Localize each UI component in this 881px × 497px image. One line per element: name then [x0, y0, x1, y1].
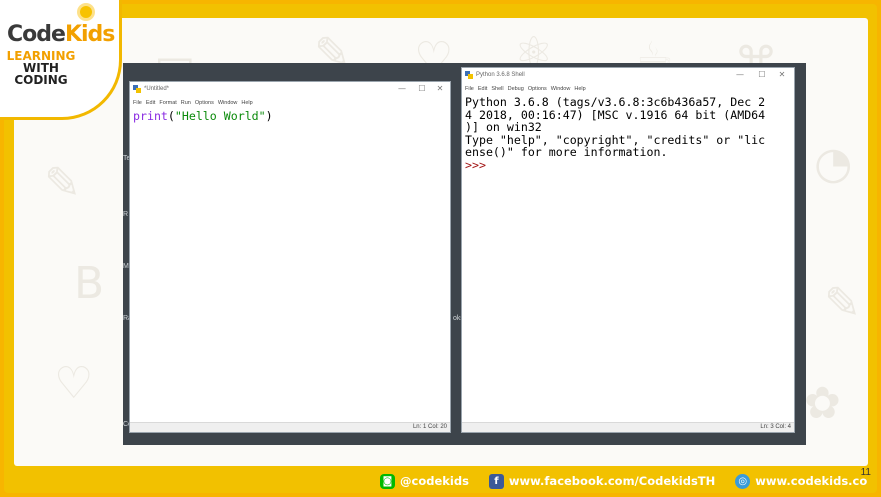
- menu-options[interactable]: Options: [195, 98, 214, 108]
- menu-window[interactable]: Window: [218, 98, 238, 108]
- code-paren-open: (: [167, 109, 175, 123]
- menu-run[interactable]: Run: [181, 98, 191, 108]
- close-button[interactable]: ✕: [776, 70, 788, 80]
- facebook-url: www.facebook.com/CodekidsTH: [508, 474, 716, 488]
- code-string: "Hello World": [174, 109, 266, 123]
- maximize-button[interactable]: ☐: [756, 70, 768, 80]
- shell-line: Python 3.6.8 (tags/v3.6.8:3c6b436a57, De…: [465, 95, 766, 109]
- sun-icon: [80, 6, 92, 18]
- shell-titlebar[interactable]: Python 3.6.8 Shell — ☐ ✕: [462, 68, 794, 84]
- globe-icon: ◎: [735, 473, 751, 489]
- menu-file[interactable]: File: [133, 98, 142, 108]
- editor-statusbar: Ln: 1 Col: 20: [130, 422, 450, 432]
- shell-line: ense()" for more information.: [465, 145, 668, 159]
- doodle-decoration: ✿: [804, 378, 841, 429]
- line-link[interactable]: ◙ @codekids: [380, 473, 469, 489]
- logo-brand: CodeKids: [7, 22, 115, 47]
- close-button[interactable]: ✕: [434, 84, 446, 94]
- doodle-decoration: ♡: [54, 358, 94, 409]
- editor-title: *Untitled*: [144, 86, 170, 92]
- editor-titlebar[interactable]: *Untitled* — ☐ ✕: [130, 82, 450, 98]
- editor-menubar: File Edit Format Run Options Window Help: [130, 98, 450, 108]
- menu-file[interactable]: File: [465, 84, 474, 94]
- menu-window[interactable]: Window: [551, 84, 571, 94]
- menu-edit[interactable]: Edit: [146, 98, 155, 108]
- menu-edit[interactable]: Edit: [478, 84, 487, 94]
- shell-output[interactable]: Python 3.6.8 (tags/v3.6.8:3c6b436a57, De…: [462, 94, 794, 422]
- shell-title: Python 3.6.8 Shell: [476, 72, 525, 78]
- shell-line: )] on win32: [465, 120, 542, 134]
- code-paren-close: ): [265, 109, 273, 123]
- facebook-link[interactable]: f www.facebook.com/CodekidsTH: [488, 473, 716, 489]
- desktop-screenshot: Te R M Ra Co oks *Untitled* — ☐ ✕ File E…: [123, 63, 806, 445]
- facebook-icon: f: [488, 473, 504, 489]
- doodle-decoration: ✎: [44, 158, 81, 209]
- minimize-button[interactable]: —: [396, 84, 408, 94]
- idle-editor-window[interactable]: *Untitled* — ☐ ✕ File Edit Format Run Op…: [129, 81, 451, 433]
- menu-shell[interactable]: Shell: [491, 84, 503, 94]
- website-url: www.codekids.co: [755, 474, 868, 488]
- python-icon: [133, 85, 141, 93]
- maximize-button[interactable]: ☐: [416, 84, 428, 94]
- website-link[interactable]: ◎ www.codekids.co: [735, 473, 868, 489]
- line-handle: @codekids: [400, 474, 469, 488]
- menu-options[interactable]: Options: [528, 84, 547, 94]
- shell-statusbar: Ln: 3 Col: 4: [462, 422, 794, 432]
- menu-help[interactable]: Help: [574, 84, 585, 94]
- codekids-logo: CodeKids LEARNING WITH CODING: [0, 0, 122, 120]
- shell-menubar: File Edit Shell Debug Options Window Hel…: [462, 84, 794, 94]
- editor-cursor-position: Ln: 1 Col: 20: [412, 424, 447, 430]
- desktop-label: R: [123, 211, 129, 218]
- shell-prompt[interactable]: >>>: [465, 158, 791, 172]
- logo-coding: CODING: [14, 73, 68, 87]
- python-shell-window[interactable]: Python 3.6.8 Shell — ☐ ✕ File Edit Shell…: [461, 67, 795, 433]
- footer-links: ◙ @codekids f www.facebook.com/CodekidsT…: [380, 470, 881, 492]
- menu-debug[interactable]: Debug: [508, 84, 524, 94]
- menu-format[interactable]: Format: [159, 98, 176, 108]
- menu-help[interactable]: Help: [241, 98, 252, 108]
- desktop-label: M: [123, 263, 129, 270]
- page-number: 11: [860, 467, 871, 478]
- doodle-decoration: ◔: [814, 138, 853, 189]
- minimize-button[interactable]: —: [734, 70, 746, 80]
- doodle-decoration: ✎: [824, 278, 861, 329]
- shell-cursor-position: Ln: 3 Col: 4: [760, 424, 791, 430]
- code-builtin: print: [133, 109, 168, 123]
- code-editor[interactable]: print("Hello World"): [130, 108, 450, 422]
- doodle-decoration: B: [74, 258, 105, 309]
- python-icon: [465, 71, 473, 79]
- line-icon: ◙: [380, 473, 395, 489]
